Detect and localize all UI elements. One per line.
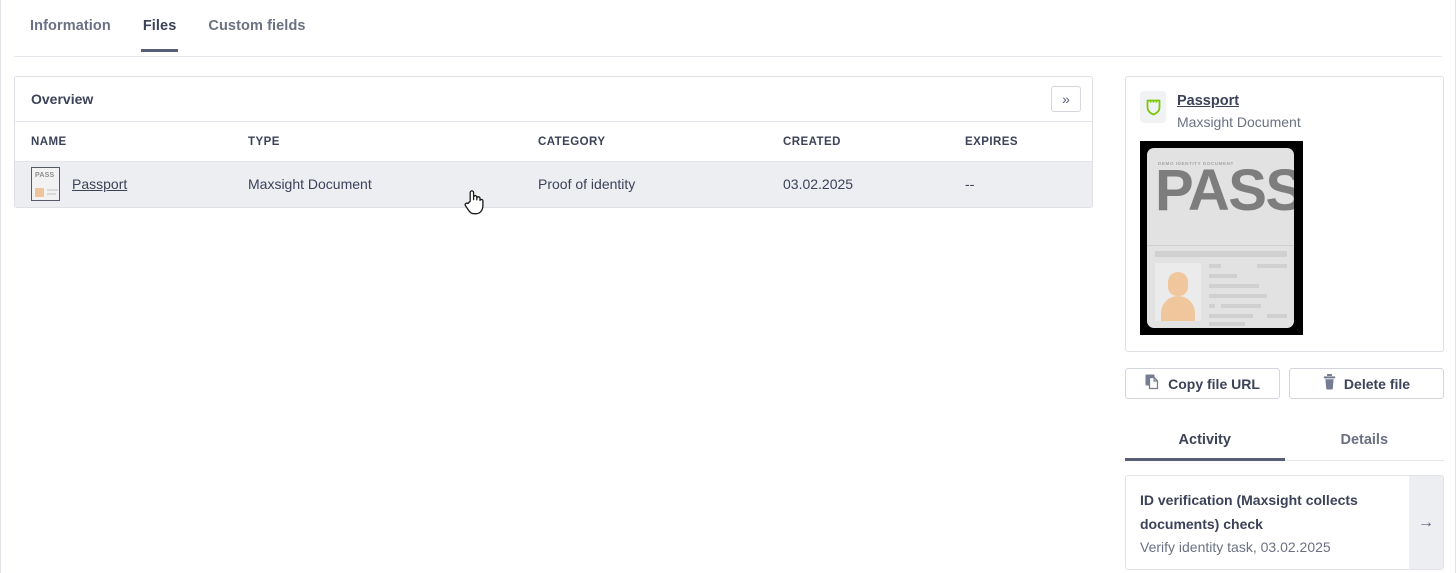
column-header-created[interactable]: CREATED — [783, 122, 965, 162]
document-bar-top — [1155, 251, 1287, 257]
activity-item-arrow-icon[interactable]: → — [1409, 476, 1443, 569]
delete-file-label: Delete file — [1343, 375, 1411, 392]
portrait-shoulders — [1161, 296, 1195, 321]
document-field-line — [1209, 284, 1259, 288]
files-table: NAME TYPE CATEGORY CREATED EXPIRES PASS — [15, 122, 1092, 207]
activity-item-title: ID verification (Maxsight collects docum… — [1140, 492, 1358, 532]
document-field-line — [1209, 274, 1237, 278]
document-field-line — [1209, 322, 1245, 326]
document-field-line — [1267, 314, 1287, 318]
column-header-category[interactable]: CATEGORY — [538, 122, 783, 162]
document-field-line — [1209, 264, 1221, 268]
thumbnail-photo — [35, 188, 44, 198]
files-table-body: PASS Passport Maxsight Document Proof of… — [15, 161, 1092, 207]
main-tabs: Information Files Custom fields — [1, 0, 1455, 57]
thumbnail-line-1 — [47, 189, 58, 192]
file-preview-titles: Passport Maxsight Document — [1177, 91, 1301, 130]
tab-details[interactable]: Details — [1285, 420, 1445, 461]
document-divider — [1147, 245, 1294, 246]
copy-icon — [1145, 374, 1160, 393]
document-field-line — [1221, 304, 1261, 308]
cell-category: Proof of identity — [538, 176, 636, 193]
document-big-text: PASS — [1155, 158, 1294, 223]
files-tab-page: Information Files Custom fields Overview… — [0, 0, 1456, 573]
overview-header: Overview » — [15, 77, 1092, 122]
document-field-line — [1257, 264, 1287, 268]
cell-expires: -- — [965, 176, 975, 193]
file-preview-subtitle: Maxsight Document — [1177, 114, 1301, 130]
files-table-head: NAME TYPE CATEGORY CREATED EXPIRES — [15, 122, 1092, 162]
column-header-name[interactable]: NAME — [15, 122, 248, 162]
cell-name: PASS Passport — [15, 162, 248, 207]
tab-custom-fields[interactable]: Custom fields — [192, 0, 321, 52]
tab-files[interactable]: Files — [127, 0, 193, 52]
document-preview-image[interactable]: DEMO IDENTITY DOCUMENT PASS — [1140, 141, 1303, 335]
activity-item-text: ID verification (Maxsight collects docum… — [1126, 476, 1409, 569]
shield-icon — [1140, 91, 1166, 123]
document-field-line — [1209, 294, 1267, 298]
cell-created: 03.02.2025 — [783, 176, 854, 193]
thumbnail-line-2 — [47, 193, 56, 196]
document-preview-inner: DEMO IDENTITY DOCUMENT PASS — [1147, 148, 1294, 328]
file-preview-card: Passport Maxsight Document DEMO IDENTITY… — [1125, 76, 1444, 352]
column-header-type[interactable]: TYPE — [248, 122, 538, 162]
table-header-row: NAME TYPE CATEGORY CREATED EXPIRES — [15, 122, 1092, 162]
overview-title: Overview — [31, 91, 94, 107]
detail-tabs: Activity Details — [1125, 420, 1444, 461]
cell-type: Maxsight Document — [248, 176, 372, 193]
portrait-head — [1168, 272, 1188, 296]
file-name-link[interactable]: Passport — [72, 176, 127, 192]
document-field-line — [1209, 314, 1253, 318]
document-field-line — [1209, 304, 1215, 308]
content-area: Overview » NAME TYPE CATEGORY CREATED EX… — [1, 57, 1455, 573]
files-overview-card: Overview » NAME TYPE CATEGORY CREATED EX… — [14, 76, 1093, 208]
thumbnail-label: PASS — [35, 172, 55, 180]
list-item[interactable]: ID verification (Maxsight collects docum… — [1125, 475, 1444, 570]
activity-item-subtitle: Verify identity task, 03.02.2025 — [1140, 539, 1331, 555]
file-preview-title[interactable]: Passport — [1177, 93, 1239, 109]
trash-icon — [1323, 374, 1336, 393]
column-header-expires[interactable]: EXPIRES — [965, 122, 1092, 162]
file-name-cell: PASS Passport — [31, 167, 248, 202]
file-actions: Copy file URL Delete file — [1125, 368, 1444, 399]
tab-activity[interactable]: Activity — [1125, 420, 1285, 461]
tab-information[interactable]: Information — [14, 0, 127, 52]
table-row[interactable]: PASS Passport Maxsight Document Proof of… — [15, 161, 1092, 207]
file-thumbnail-icon: PASS — [31, 167, 60, 202]
delete-file-button[interactable]: Delete file — [1289, 368, 1444, 399]
expand-panel-button[interactable]: » — [1051, 86, 1081, 112]
copy-file-url-label: Copy file URL — [1168, 375, 1260, 392]
copy-file-url-button[interactable]: Copy file URL — [1125, 368, 1280, 399]
document-portrait — [1155, 263, 1201, 321]
file-detail-panel: Passport Maxsight Document DEMO IDENTITY… — [1125, 76, 1444, 570]
file-preview-header: Passport Maxsight Document — [1140, 91, 1429, 130]
